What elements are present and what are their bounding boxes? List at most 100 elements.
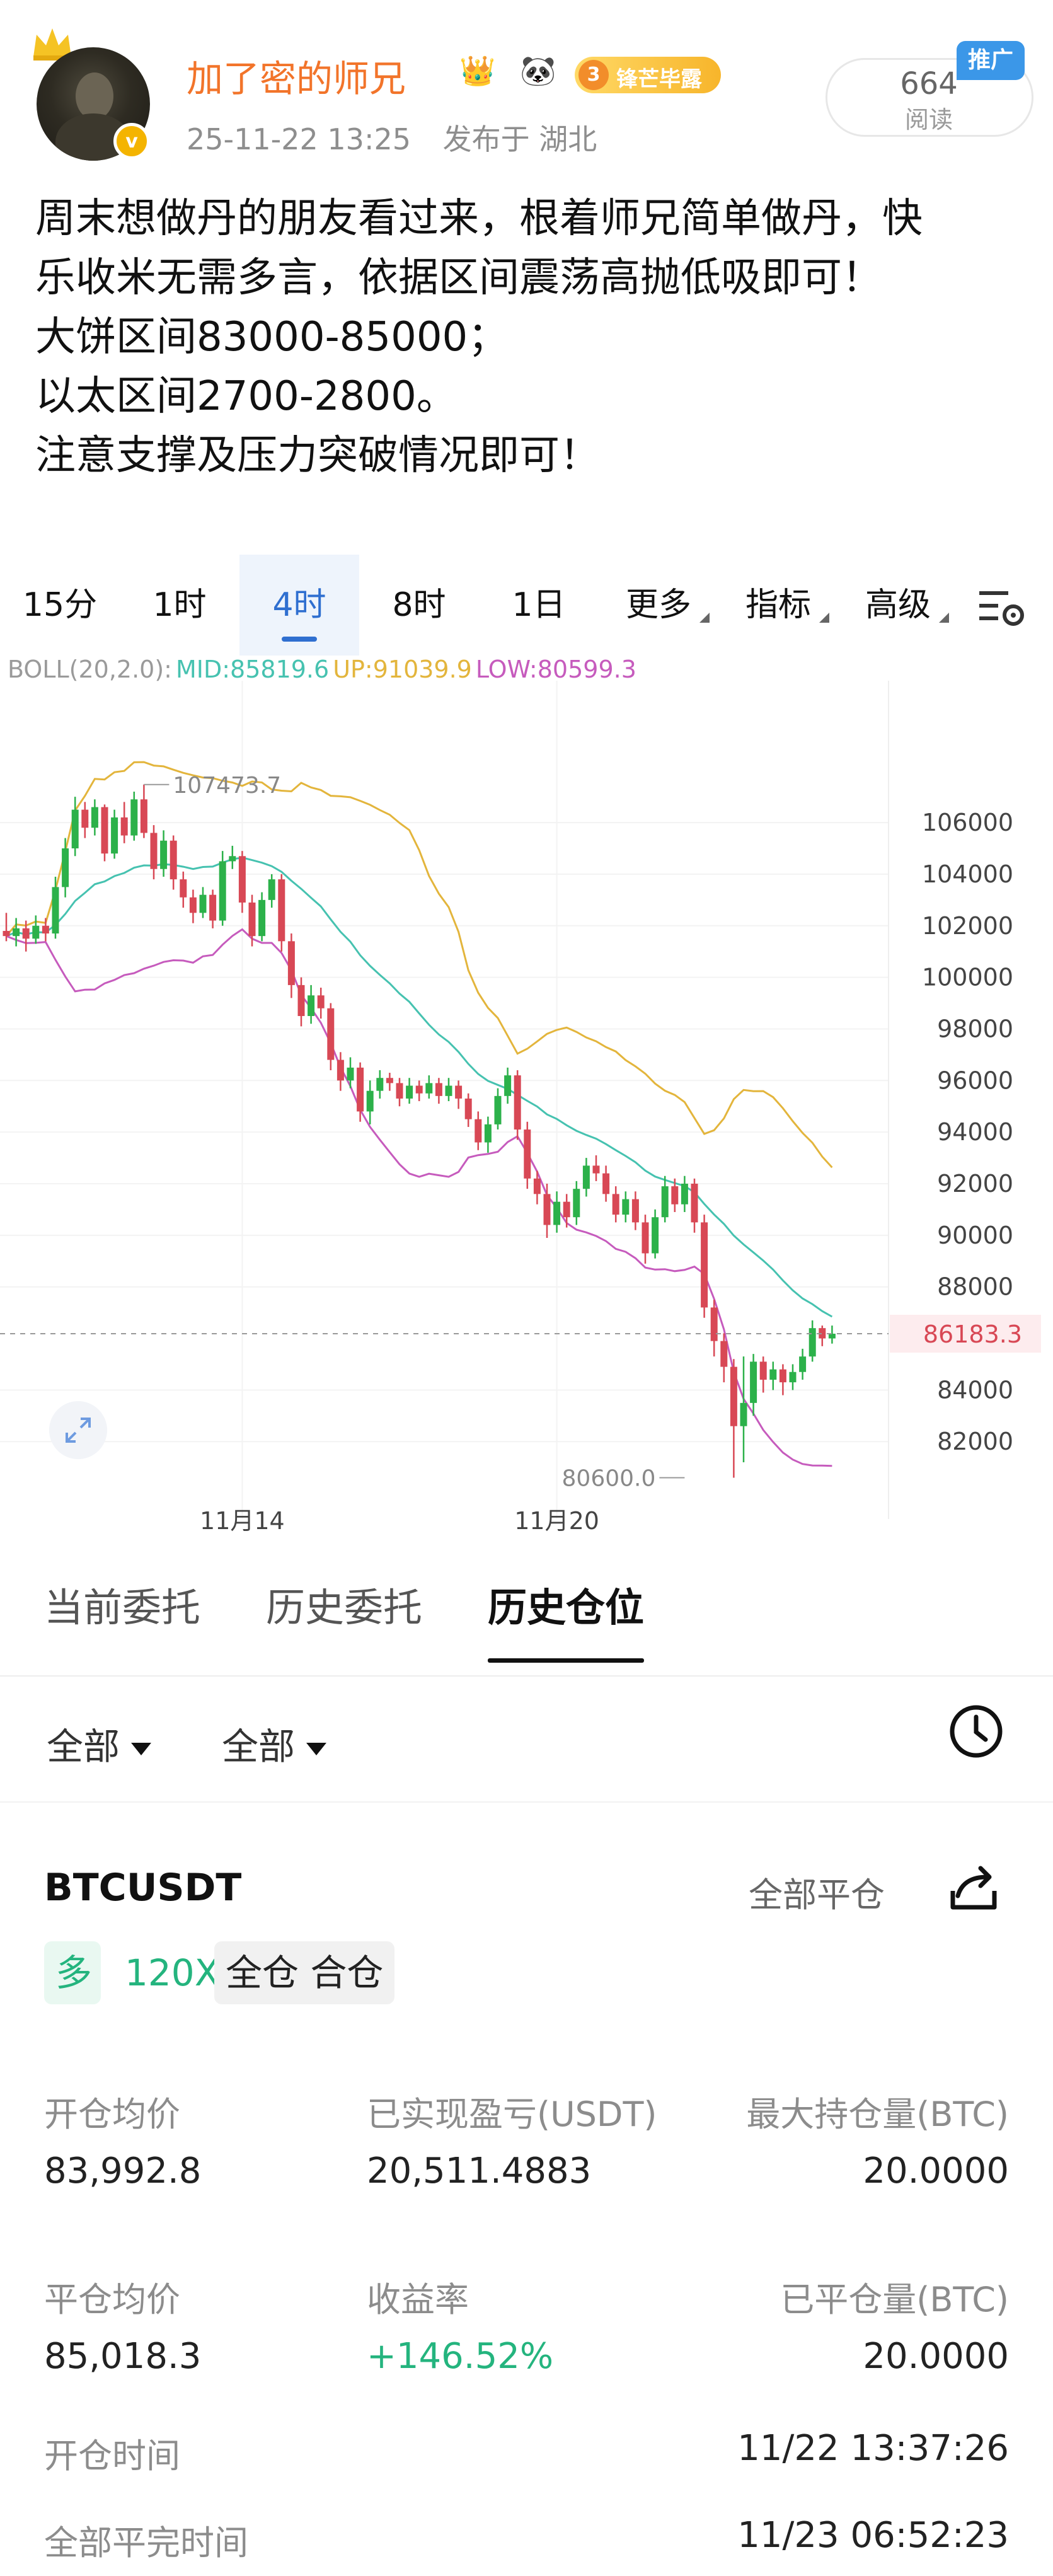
tab-1h[interactable]: 1时: [120, 555, 239, 656]
field-value: 85,018.3: [44, 2336, 202, 2377]
margin-mode-tag: 全仓 合仓: [214, 1941, 395, 2004]
y-tick-label: 88000: [937, 1273, 1013, 1301]
field-label: 全部平完时间: [44, 2523, 248, 2563]
filter-dropdown-2[interactable]: 全部: [222, 1717, 327, 1770]
tab-4h[interactable]: 4时: [239, 555, 359, 656]
dropdown-corner-icon: [939, 613, 949, 623]
tab-indicators[interactable]: 指标: [731, 555, 829, 656]
candle-body: [209, 894, 217, 921]
candle-body: [199, 894, 207, 913]
close-all-button[interactable]: 全部平仓: [749, 1867, 885, 1917]
tab-15m[interactable]: 15分: [0, 555, 120, 656]
panda-icon[interactable]: 🐼: [515, 53, 561, 88]
post-datetime: 25-11-22 13:25: [187, 122, 411, 156]
low-marker-label: 80600.0: [562, 1466, 656, 1492]
clock-icon[interactable]: [948, 1703, 1004, 1760]
candle-body: [101, 807, 108, 854]
current-price-label: 86183.3: [923, 1320, 1022, 1348]
candle-body: [248, 902, 256, 937]
candle-body: [3, 930, 10, 937]
field-label: 已实现盈亏(USDT): [367, 2094, 657, 2134]
candle-body: [652, 1217, 659, 1254]
field-value: 11/22 13:37:26: [737, 2428, 1009, 2469]
candle-body: [779, 1369, 786, 1383]
candle-body: [592, 1165, 600, 1174]
candle-body: [750, 1361, 757, 1403]
order-tabs: 当前委托 历史委托 历史仓位: [0, 1551, 1053, 1677]
candlestick-chart[interactable]: 106000 104000 102000 100000 98000 96000 94000 9…: [0, 681, 1053, 1532]
share-icon[interactable]: [945, 1859, 1002, 1916]
post-line: 大饼区间83000-85000；: [35, 314, 509, 361]
post-meta: 25-11-22 13:25 发布于 湖北: [187, 117, 619, 158]
candle-body: [769, 1369, 777, 1380]
tab-order-history[interactable]: 历史委托: [266, 1576, 422, 1632]
boll-up: UP:91039.9: [333, 656, 472, 683]
candle-body: [386, 1078, 393, 1083]
candle-body: [337, 1060, 344, 1081]
field-value: 20,511.4883: [367, 2151, 592, 2192]
candle-body: [52, 887, 59, 934]
field-value: 20.0000: [863, 2336, 1009, 2377]
candle-body: [42, 925, 49, 934]
side-tag: 多: [44, 1941, 101, 2004]
candle-body: [799, 1356, 807, 1372]
candle-body: [514, 1075, 521, 1130]
y-tick-label: 84000: [937, 1376, 1013, 1404]
rank-number: 3: [578, 60, 609, 90]
candle-body: [150, 833, 158, 869]
candle-body: [681, 1184, 688, 1204]
candle-body: [691, 1184, 698, 1223]
field-label: 已平仓量(BTC): [780, 2280, 1009, 2319]
tab-advanced[interactable]: 高级: [851, 555, 949, 656]
y-tick-label: 92000: [937, 1170, 1013, 1198]
candle-body: [494, 1095, 502, 1124]
candle-body: [130, 799, 138, 836]
candle-body: [180, 879, 187, 898]
candle-body: [504, 1075, 512, 1096]
boll-low-line: [6, 928, 832, 1467]
chart-settings-icon[interactable]: [977, 585, 1027, 629]
candle-body: [357, 1067, 364, 1112]
candle-body: [710, 1307, 718, 1341]
filter-bar: 全部 全部: [0, 1677, 1053, 1803]
post-line: 以太区间2700-2800。: [35, 373, 457, 420]
candle-body: [32, 925, 40, 939]
boll-mid: MID:85819.6: [175, 656, 330, 683]
filter-dropdown-1[interactable]: 全部: [47, 1717, 152, 1770]
field-value: 11/23 06:52:23: [737, 2515, 1009, 2556]
y-tick-label: 94000: [937, 1118, 1013, 1146]
chart-svg: 106000 104000 102000 100000 98000 96000 94000 9…: [0, 681, 1041, 1532]
tab-position-history[interactable]: 历史仓位: [488, 1576, 645, 1663]
crown-badge-icon[interactable]: 👑: [455, 53, 500, 88]
post-header: v 加了密的师兄 👑 🐼 3 锋芒毕露 25-11-22 13:25 发布于 湖…: [0, 0, 1053, 189]
tab-8h[interactable]: 8时: [359, 555, 479, 656]
candle-body: [602, 1173, 610, 1194]
candle-body: [612, 1194, 619, 1215]
candle-body: [219, 861, 226, 921]
tab-open-orders[interactable]: 当前委托: [44, 1576, 200, 1632]
tab-more[interactable]: 更多: [611, 555, 710, 656]
dropdown-corner-icon: [819, 613, 829, 623]
candle-body: [160, 840, 168, 869]
position-symbol[interactable]: BTCUSDT: [44, 1866, 241, 1910]
rank-text: 锋芒毕露: [616, 67, 702, 92]
candle-body: [661, 1186, 669, 1218]
rank-badge[interactable]: 3 锋芒毕露: [575, 57, 721, 93]
caret-down-icon: [306, 1742, 327, 1755]
candle-body: [701, 1222, 708, 1308]
tab-1d[interactable]: 1日: [479, 555, 599, 656]
read-count: 664: [900, 66, 958, 101]
field-label: 开仓均价: [44, 2094, 180, 2134]
author-name[interactable]: 加了密的师兄: [187, 49, 406, 102]
y-tick-label: 98000: [937, 1015, 1013, 1043]
field-value: 83,992.8: [44, 2151, 202, 2192]
candle-body: [71, 809, 79, 848]
candle-body: [62, 848, 69, 887]
field-label: 收益率: [367, 2280, 469, 2319]
field-label: 最大持仓量(BTC): [746, 2094, 1009, 2134]
candle-body: [268, 879, 275, 900]
expand-icon[interactable]: [49, 1401, 107, 1459]
post-line: 乐收米无需多言，依据区间震荡高抛低吸即可！: [35, 255, 882, 301]
candle-body: [91, 807, 98, 828]
candle-body: [573, 1189, 580, 1218]
